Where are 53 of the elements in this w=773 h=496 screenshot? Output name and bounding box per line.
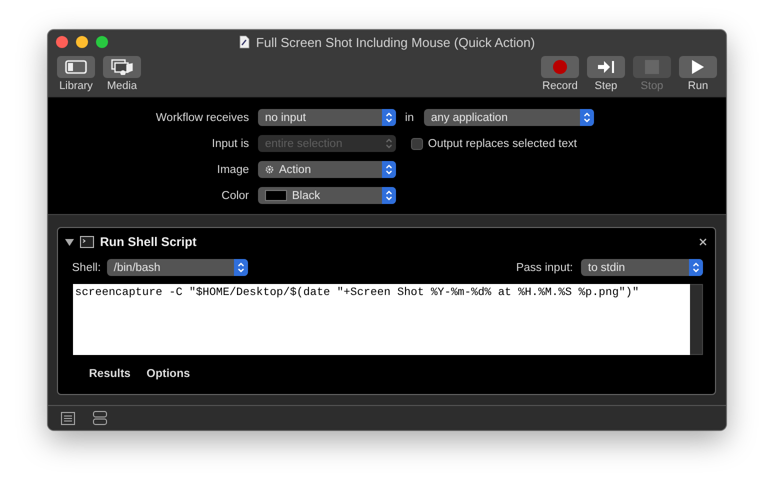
pass-input-popup[interactable]: to stdin [581,259,703,276]
media-button[interactable] [103,56,141,78]
toolbar-label: Run [688,80,708,92]
field-label: Input is [210,138,249,150]
gear-icon [265,165,274,174]
panel-tab[interactable]: Results [89,368,131,380]
zoom-button[interactable] [96,36,108,48]
stepper-icon [382,109,396,126]
toolbar-label: Stop [640,80,664,92]
record-icon [552,59,568,75]
input-type-popup[interactable]: no input [258,109,396,126]
field-label: Pass input: [516,262,573,274]
sidebar-icon [65,60,87,74]
field-label: Color [220,190,249,202]
media-icon [111,59,133,75]
field-label: in [405,112,415,124]
step-icon [597,60,615,74]
image-popup[interactable]: Action [258,161,396,178]
field-label: Image [216,164,249,176]
panel-tab[interactable]: Options [146,368,190,380]
list-view-icon[interactable] [61,412,75,424]
close-button[interactable] [56,36,68,48]
disclosure-triangle-icon[interactable] [65,238,74,246]
checkbox-label: Output replaces selected text [428,138,577,150]
script-editor[interactable]: screencapture -C "$HOME/Desktop/$(date "+Screen Shot %Y-%m-%d% at %H.%M.%S %p.png")" [73,284,690,355]
stepper-icon [689,259,703,276]
minimize-button[interactable] [76,36,88,48]
toolbar-label: Media [107,80,137,92]
window-title: Full Screen Shot Including Mouse (Quick Action) [256,34,535,50]
play-icon [691,59,705,75]
run-button[interactable] [679,56,717,78]
stop-icon [645,60,659,74]
step-button[interactable] [587,56,625,78]
document-icon [239,35,250,49]
toolbar-label: Library [59,80,93,92]
scroll-bar[interactable] [690,284,703,355]
field-label: Workflow receives [154,112,249,124]
stepper-icon [382,187,396,204]
toolbar-label: Record [542,80,578,92]
color-popup[interactable]: Black [258,187,396,204]
action-title: Run Shell Script [100,235,198,249]
shell-popup[interactable]: /bin/bash [106,259,248,276]
toolbar-label: Step [594,80,618,92]
terminal-icon [80,236,94,248]
close-icon[interactable] [699,238,707,246]
split-view-icon[interactable] [93,411,107,425]
library-button[interactable] [57,56,95,78]
stepper-icon [234,259,248,276]
stepper-icon [580,109,594,126]
application-popup[interactable]: any application [424,109,594,126]
stepper-icon [382,161,396,178]
field-label: Shell: [72,262,101,274]
checkbox[interactable] [411,138,423,150]
